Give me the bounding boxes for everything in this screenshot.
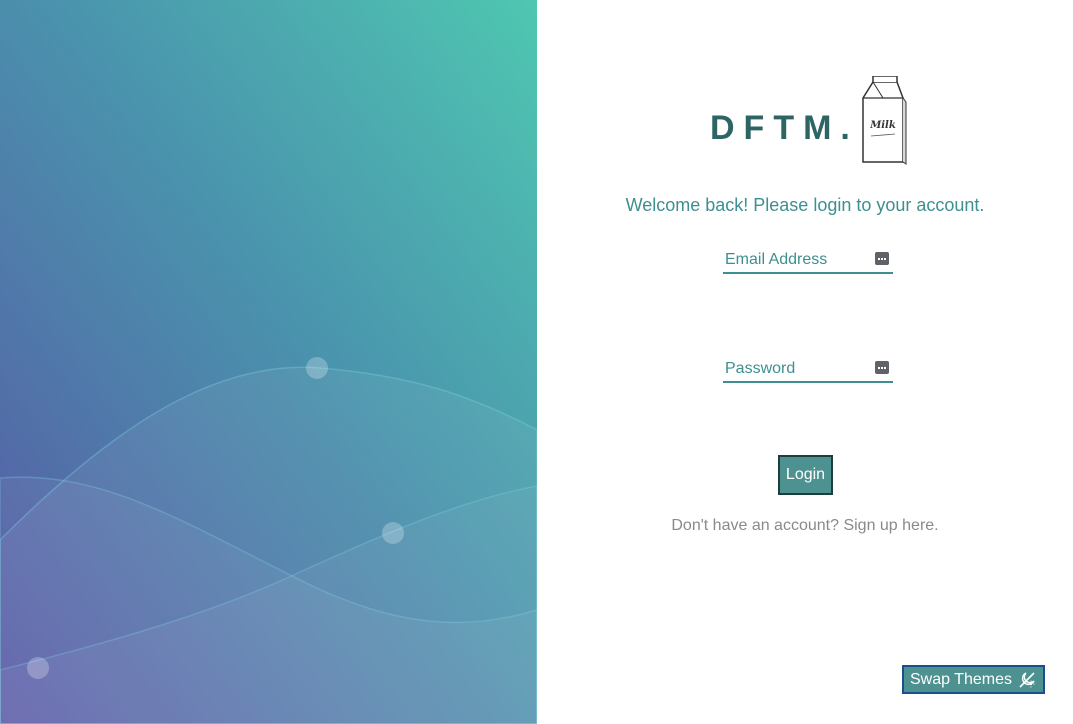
login-button[interactable]: Login — [778, 455, 833, 495]
password-manager-key-icon[interactable] — [875, 252, 889, 265]
email-input[interactable] — [723, 248, 871, 272]
password-manager-key-icon[interactable] — [875, 361, 889, 374]
login-form-area: DFTM. Milk Welcome back! Please login to… — [537, 0, 1073, 724]
signup-link[interactable]: Don't have an account? Sign up here. — [537, 516, 1073, 536]
swap-themes-label: Swap Themes — [910, 670, 1012, 688]
milk-carton-logo-icon: Milk — [862, 76, 907, 165]
swap-themes-button[interactable]: Swap Themes — [902, 665, 1045, 694]
email-field-wrapper — [723, 248, 893, 274]
theme-swap-icon — [1019, 672, 1035, 688]
wave-background-graphic — [0, 0, 537, 724]
logo-wordmark: DFTM. — [710, 109, 859, 147]
password-input[interactable] — [723, 357, 871, 381]
login-page: DFTM. Milk Welcome back! Please login to… — [0, 0, 1073, 724]
carton-label: Milk — [869, 120, 896, 131]
welcome-message: Welcome back! Please login to your accou… — [625, 195, 985, 215]
hero-background-panel — [0, 0, 537, 724]
password-field-wrapper — [723, 357, 893, 383]
